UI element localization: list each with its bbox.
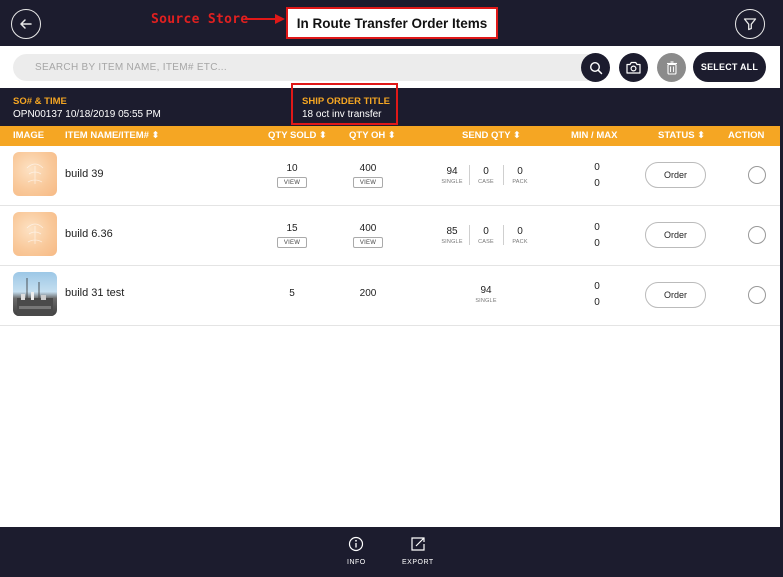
sort-icon: ⬍ xyxy=(387,130,396,141)
max-value: 0 xyxy=(594,238,600,249)
info-label: INFO xyxy=(347,559,366,566)
info-button[interactable]: INFO xyxy=(347,536,366,566)
camera-icon xyxy=(626,61,641,74)
product-image-icon xyxy=(13,272,57,316)
filter-button[interactable] xyxy=(735,9,765,39)
col-item-name[interactable]: ITEM NAME/ITEM# ⬍ xyxy=(65,130,160,141)
export-icon xyxy=(411,537,425,551)
min-value: 0 xyxy=(594,162,600,173)
export-label: EXPORT xyxy=(402,559,434,566)
qty-oh-view-button[interactable]: VIEW xyxy=(353,177,383,188)
select-all-button[interactable]: SELECT ALL xyxy=(693,52,766,82)
trash-icon xyxy=(666,60,677,75)
divider xyxy=(503,165,504,185)
order-status-button[interactable]: Order xyxy=(645,282,706,308)
send-case[interactable]: 0 CASE xyxy=(471,226,501,245)
table-row: build 6.36 15 VIEW 400 VIEW 85 SINGLE 0 CA… xyxy=(0,206,783,266)
max-value: 0 xyxy=(594,178,600,189)
col-image: IMAGE xyxy=(13,130,45,141)
qty-oh: 200 xyxy=(359,288,377,299)
ship-order-title-value: 18 oct inv transfer xyxy=(302,109,382,120)
sort-icon: ⬍ xyxy=(513,130,521,141)
page-title-box: In Route Transfer Order Items xyxy=(286,7,498,39)
qty-sold-view-button[interactable]: VIEW xyxy=(277,237,307,248)
send-single[interactable]: 94 SINGLE xyxy=(471,285,501,304)
row-select-radio[interactable] xyxy=(748,226,766,244)
divider xyxy=(503,225,504,245)
so-time-value: OPN00137 10/18/2019 05:55 PM xyxy=(13,109,161,120)
camera-button[interactable] xyxy=(619,53,648,82)
back-button[interactable] xyxy=(11,9,41,39)
row-select-radio[interactable] xyxy=(748,166,766,184)
search-input[interactable] xyxy=(13,54,609,81)
col-qty-oh[interactable]: QTY OH ⬍ xyxy=(349,130,396,141)
sort-icon: ⬍ xyxy=(697,130,706,141)
filter-icon xyxy=(743,18,757,31)
send-pack[interactable]: 0 PACK xyxy=(505,166,535,185)
table-header: IMAGE ITEM NAME/ITEM# ⬍ QTY SOLD ⬍ QTY O… xyxy=(0,126,783,146)
product-image-icon xyxy=(13,152,57,196)
search-icon xyxy=(589,61,602,74)
col-qty-sold[interactable]: QTY SOLD ⬍ xyxy=(268,130,327,141)
page-title: In Route Transfer Order Items xyxy=(296,15,488,31)
divider xyxy=(469,165,470,185)
table-row: build 31 test 5 200 94 SINGLE 0 0 Order xyxy=(0,266,783,326)
delete-button[interactable] xyxy=(657,53,686,82)
qty-oh: 400 xyxy=(359,163,377,174)
col-min-max: MIN / MAX xyxy=(571,130,618,141)
send-single[interactable]: 85 SINGLE xyxy=(437,226,467,245)
annotation-arrow-icon xyxy=(245,14,285,24)
min-value: 0 xyxy=(594,222,600,233)
send-single[interactable]: 94 SINGLE xyxy=(437,166,467,185)
item-name: build 6.36 xyxy=(65,228,113,240)
send-pack[interactable]: 0 PACK xyxy=(505,226,535,245)
info-icon xyxy=(349,536,364,552)
qty-sold: 15 xyxy=(286,223,298,234)
ship-order-title-label: SHIP ORDER TITLE xyxy=(302,96,390,107)
order-status-button[interactable]: Order xyxy=(645,162,706,188)
footer-bar xyxy=(0,527,783,577)
row-select-radio[interactable] xyxy=(748,286,766,304)
col-send-qty[interactable]: SEND QTY ⬍ xyxy=(462,130,521,141)
order-status-button[interactable]: Order xyxy=(645,222,706,248)
item-name: build 39 xyxy=(65,168,104,180)
sort-icon: ⬍ xyxy=(151,130,160,141)
annotation-source-store: Source Store xyxy=(151,12,249,27)
search-button[interactable] xyxy=(581,53,610,82)
qty-sold: 5 xyxy=(289,288,295,299)
back-arrow-icon xyxy=(20,19,32,29)
qty-sold: 10 xyxy=(286,163,298,174)
so-time-label: SO# & TIME xyxy=(13,96,67,107)
divider xyxy=(469,225,470,245)
col-action: ACTION xyxy=(728,130,765,141)
col-status[interactable]: STATUS ⬍ xyxy=(658,130,705,141)
max-value: 0 xyxy=(594,297,600,308)
qty-oh: 400 xyxy=(359,223,377,234)
product-image-icon xyxy=(13,212,57,256)
qty-sold-view-button[interactable]: VIEW xyxy=(277,177,307,188)
item-name: build 31 test xyxy=(65,287,125,299)
sort-icon: ⬍ xyxy=(319,130,327,141)
export-button[interactable]: EXPORT xyxy=(402,536,434,566)
qty-oh-view-button[interactable]: VIEW xyxy=(353,237,383,248)
table-row: build 39 10 VIEW 400 VIEW 94 SINGLE 0 CASE… xyxy=(0,146,783,206)
send-case[interactable]: 0 CASE xyxy=(471,166,501,185)
min-value: 0 xyxy=(594,281,600,292)
